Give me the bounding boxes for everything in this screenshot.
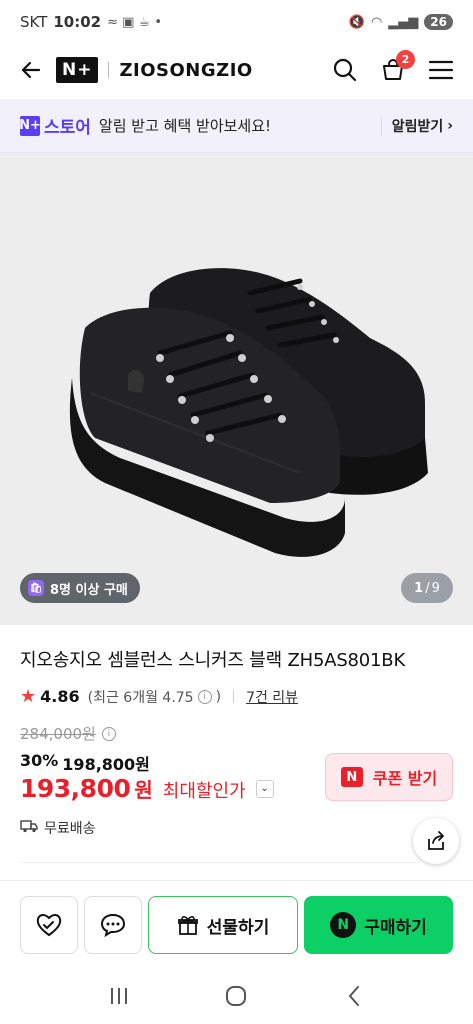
- price-info-icon[interactable]: i: [101, 726, 116, 741]
- system-nav-bar: [0, 968, 473, 1024]
- wishlist-button[interactable]: [20, 896, 78, 954]
- status-bar: SKT 10:02 ≈ ▣ ☕ • 🔇 ◠ ▂▄▆ 26: [0, 0, 473, 44]
- buy-label: 구매하기: [364, 917, 427, 938]
- image-pager: 1 / 9: [401, 573, 453, 603]
- product-image-gallery[interactable]: 🛍 8명 이상 구매 1 / 9: [0, 153, 473, 625]
- pager-current: 1: [414, 580, 424, 596]
- chat-bubble-icon: [100, 913, 126, 938]
- shopping-bag-icon: 🛍: [28, 580, 44, 596]
- buyers-count-label: 8명 이상 구매: [50, 582, 128, 598]
- gift-button[interactable]: 선물하기: [148, 896, 298, 954]
- heart-icon: [36, 914, 62, 937]
- store-name[interactable]: ZIOSONGZIO: [119, 60, 252, 81]
- purchase-action-bar: 선물하기 N 구매하기: [0, 880, 473, 968]
- review-count-link[interactable]: 7건 리뷰: [246, 687, 298, 707]
- subscribe-alert-label: 알림받기: [391, 118, 444, 135]
- pager-separator: /: [425, 580, 430, 596]
- notification-banner[interactable]: N+ 스토어 알림 받고 혜택 받아보세요! 알림받기 ›: [0, 99, 473, 153]
- cart-icon[interactable]: 2: [379, 50, 415, 84]
- rating-divider: [233, 690, 235, 703]
- pager-total: 9: [431, 580, 440, 596]
- star-icon: ★: [20, 686, 37, 707]
- gift-label: 선물하기: [206, 917, 270, 938]
- product-title: 지오송지오 셈블런스 스니커즈 블랙 ZH5AS801BK: [20, 650, 406, 671]
- naver-plus-logo[interactable]: N+: [56, 57, 99, 83]
- final-price-row: 193,800 원 최대할인가 ⌄: [20, 774, 274, 803]
- recent-rating-close: ): [215, 688, 222, 705]
- signal-icon: ▂▄▆: [388, 14, 419, 30]
- naver-store-badge: N+ 스토어: [19, 113, 91, 138]
- chevron-down-icon[interactable]: ⌄: [255, 779, 274, 798]
- talktalk-button[interactable]: [84, 896, 142, 954]
- back-nav-icon[interactable]: [339, 981, 369, 1011]
- discount-row: 30% 198,800원: [20, 751, 150, 775]
- discount-price: 198,800원: [62, 755, 150, 774]
- mute-icon: 🔇: [348, 14, 365, 30]
- battery-indicator: 26: [424, 14, 453, 30]
- clock: 10:02: [53, 13, 102, 31]
- search-icon[interactable]: [331, 56, 359, 84]
- gift-icon: [177, 916, 198, 935]
- coupon-button[interactable]: N 쿠폰 받기: [325, 753, 453, 801]
- carrier-label: SKT: [20, 13, 48, 31]
- shipping-row: 무료배송: [20, 818, 96, 838]
- share-button[interactable]: [413, 818, 459, 864]
- recent-rating: (최근 6개월 4.75: [87, 689, 194, 706]
- back-arrow-icon[interactable]: [18, 57, 44, 83]
- rating-value: 4.86: [40, 687, 80, 706]
- original-price-row: 284,000원 i: [20, 723, 116, 744]
- wifi-icon: ◠: [370, 14, 383, 30]
- chevron-right-icon: ›: [447, 117, 453, 134]
- naver-n-icon: N: [340, 767, 363, 787]
- menu-icon[interactable]: [427, 56, 455, 84]
- info-icon[interactable]: i: [197, 689, 212, 704]
- truck-icon: [20, 819, 38, 837]
- final-price-unit: 원: [134, 778, 153, 802]
- buy-button[interactable]: N 구매하기: [304, 896, 453, 954]
- nplus-mark: N+: [19, 115, 41, 136]
- max-discount-label: 최대할인가: [162, 781, 246, 802]
- coupon-label: 쿠폰 받기: [372, 769, 438, 788]
- recent-apps-icon[interactable]: [104, 981, 134, 1011]
- header-divider: [108, 62, 110, 78]
- shipping-label: 무료배송: [44, 821, 96, 837]
- notification-icons: ≈ ▣ ☕ •: [107, 14, 163, 30]
- top-header: N+ ZIOSONGZIO 2: [0, 44, 473, 96]
- cart-count-badge: 2: [396, 50, 415, 69]
- rating-row: ★ 4.86 (최근 6개월 4.75 i ) 7건 리뷰: [20, 686, 298, 707]
- sneaker-image: [69, 268, 428, 557]
- share-icon: [428, 831, 444, 850]
- home-icon[interactable]: [221, 981, 251, 1011]
- final-price: 193,800: [20, 774, 131, 803]
- section-divider: [20, 862, 420, 863]
- original-price: 284,000원: [20, 725, 96, 743]
- naver-pay-icon: N: [330, 912, 357, 938]
- naver-store-label: 스토어: [44, 118, 91, 138]
- discount-rate: 30%: [20, 751, 59, 770]
- banner-message: 알림 받고 혜택 받아보세요!: [98, 117, 272, 135]
- buyers-count-chip: 🛍 8명 이상 구매: [20, 573, 140, 603]
- subscribe-alert-link[interactable]: 알림받기 ›: [380, 115, 453, 136]
